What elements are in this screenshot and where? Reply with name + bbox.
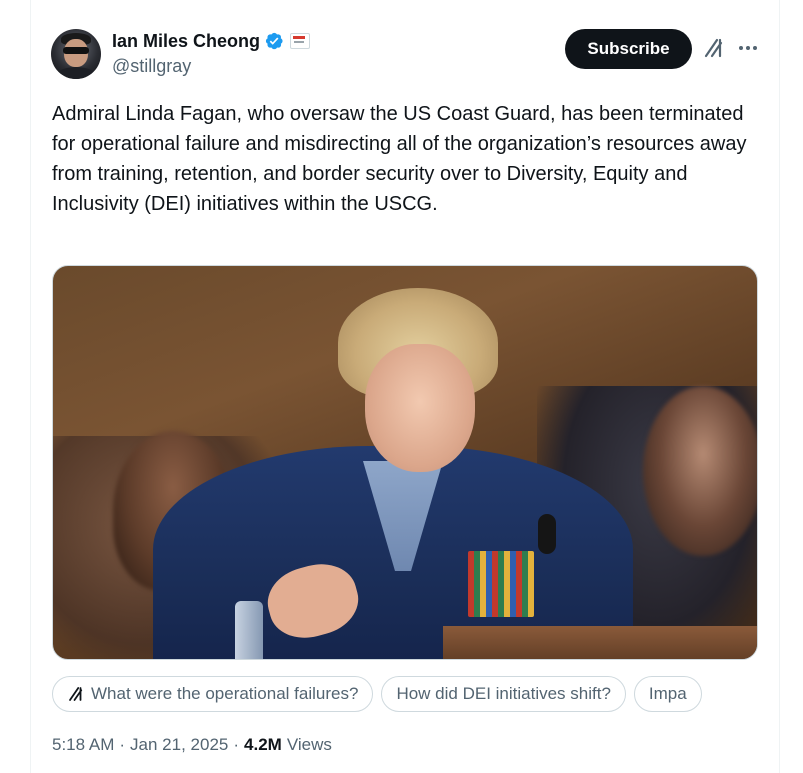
avatar-glasses (63, 47, 89, 54)
grok-suggestion-chip[interactable]: What were the operational failures? (52, 676, 374, 712)
tweet-meta: 5:18 AM · Jan 21, 2025 · 4.2M Views (52, 735, 332, 755)
verified-badge-icon (265, 32, 283, 50)
grok-suggestion-chip[interactable]: Impa (633, 676, 702, 712)
grok-suggestion-chip[interactable]: How did DEI initiatives shift? (381, 676, 626, 712)
tweet-date[interactable]: Jan 21, 2025 (130, 735, 228, 755)
grok-suggestion-label: Impa (648, 684, 687, 703)
meta-separator: · (119, 735, 126, 754)
tweet-photo[interactable] (52, 265, 758, 660)
avatar-shoulders (55, 67, 97, 79)
subscribe-button[interactable]: Subscribe (565, 29, 692, 69)
grok-icon[interactable] (702, 36, 726, 60)
author-handle[interactable]: @stillgray (112, 56, 191, 77)
photo-face (365, 344, 475, 472)
grok-suggestions: What were the operational failures? How … (52, 676, 758, 712)
author-name-row: Ian Miles Cheong (112, 30, 311, 52)
more-horizontal-icon[interactable] (737, 37, 759, 59)
affiliation-badge-icon[interactable] (290, 33, 311, 49)
grok-suggestion-label: How did DEI initiatives shift? (396, 684, 611, 703)
tweet-text: Admiral Linda Fagan, who oversaw the US … (52, 103, 747, 215)
meta-separator: · (233, 735, 240, 754)
grok-icon (69, 687, 83, 701)
grok-suggestion-label: What were the operational failures? (91, 684, 359, 703)
photo-microphone (538, 514, 556, 554)
views-label: Views (286, 735, 332, 754)
photo-water-bottle (235, 601, 263, 659)
photo-background-person-right (643, 386, 757, 556)
photo-ribbons (468, 551, 534, 617)
photo-desk (443, 626, 757, 659)
author-display-name[interactable]: Ian Miles Cheong (112, 31, 260, 52)
tweet-time[interactable]: 5:18 AM (52, 735, 114, 755)
avatar[interactable] (51, 29, 101, 79)
views-count: 4.2M (244, 735, 282, 754)
